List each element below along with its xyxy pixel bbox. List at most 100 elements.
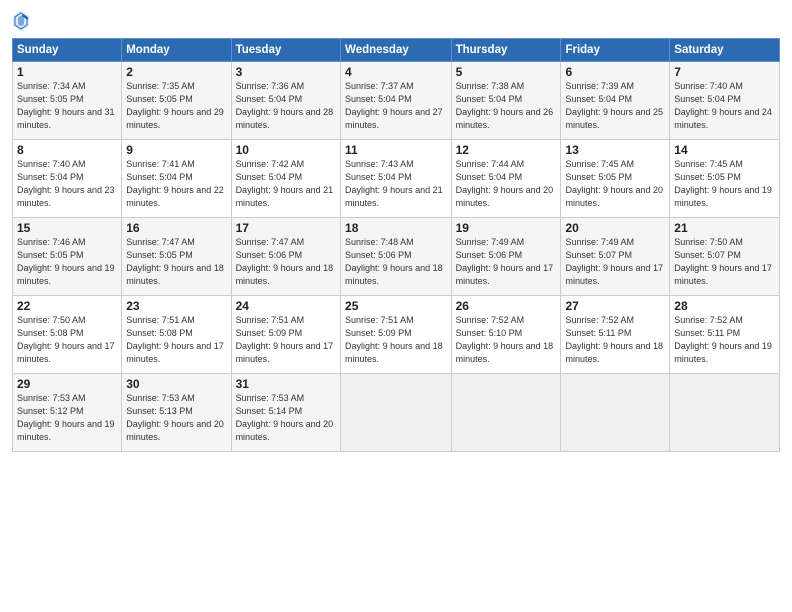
calendar-cell: 12 Sunrise: 7:44 AMSunset: 5:04 PMDayligh… xyxy=(451,140,561,218)
day-info: Sunrise: 7:47 AMSunset: 5:06 PMDaylight:… xyxy=(236,237,334,286)
calendar-cell xyxy=(341,374,452,452)
day-number: 31 xyxy=(236,377,336,391)
calendar-cell: 1 Sunrise: 7:34 AMSunset: 5:05 PMDaylight… xyxy=(13,62,122,140)
day-number: 21 xyxy=(674,221,775,235)
calendar-week-row: 15Sunrise: 7:46 AMSunset: 5:05 PMDayligh… xyxy=(13,218,780,296)
calendar-cell: 2 Sunrise: 7:35 AMSunset: 5:05 PMDaylight… xyxy=(122,62,231,140)
day-number: 1 xyxy=(17,65,117,79)
calendar-body: 1 Sunrise: 7:34 AMSunset: 5:05 PMDaylight… xyxy=(13,62,780,452)
day-number: 13 xyxy=(565,143,665,157)
calendar-cell: 24Sunrise: 7:51 AMSunset: 5:09 PMDayligh… xyxy=(231,296,340,374)
day-info: Sunrise: 7:35 AMSunset: 5:05 PMDaylight:… xyxy=(126,81,224,130)
day-number: 19 xyxy=(456,221,557,235)
calendar-week-row: 22 Sunrise: 7:50 AMSunset: 5:08 PMDayligh… xyxy=(13,296,780,374)
calendar-cell: 22 Sunrise: 7:50 AMSunset: 5:08 PMDayligh… xyxy=(13,296,122,374)
calendar-cell: 4Sunrise: 7:37 AMSunset: 5:04 PMDaylight… xyxy=(341,62,452,140)
calendar-cell: 13 Sunrise: 7:45 AMSunset: 5:05 PMDayligh… xyxy=(561,140,670,218)
day-info: Sunrise: 7:53 AMSunset: 5:14 PMDaylight:… xyxy=(236,393,334,442)
day-info: Sunrise: 7:36 AMSunset: 5:04 PMDaylight:… xyxy=(236,81,334,130)
calendar-week-row: 29 Sunrise: 7:53 AMSunset: 5:12 PMDayligh… xyxy=(13,374,780,452)
calendar-cell: 9 Sunrise: 7:41 AMSunset: 5:04 PMDaylight… xyxy=(122,140,231,218)
calendar-cell: 28 Sunrise: 7:52 AMSunset: 5:11 PMDayligh… xyxy=(670,296,780,374)
day-info: Sunrise: 7:40 AMSunset: 5:04 PMDaylight:… xyxy=(674,81,772,130)
day-info: Sunrise: 7:50 AMSunset: 5:07 PMDaylight:… xyxy=(674,237,772,286)
calendar-cell: 8 Sunrise: 7:40 AMSunset: 5:04 PMDaylight… xyxy=(13,140,122,218)
calendar-cell: 23Sunrise: 7:51 AMSunset: 5:08 PMDayligh… xyxy=(122,296,231,374)
day-number: 3 xyxy=(236,65,336,79)
day-info: Sunrise: 7:48 AMSunset: 5:06 PMDaylight:… xyxy=(345,237,443,286)
day-info: Sunrise: 7:45 AMSunset: 5:05 PMDaylight:… xyxy=(565,159,663,208)
calendar-cell: 7Sunrise: 7:40 AMSunset: 5:04 PMDaylight… xyxy=(670,62,780,140)
day-info: Sunrise: 7:40 AMSunset: 5:04 PMDaylight:… xyxy=(17,159,115,208)
calendar-cell: 15Sunrise: 7:46 AMSunset: 5:05 PMDayligh… xyxy=(13,218,122,296)
day-number: 30 xyxy=(126,377,226,391)
day-header: Thursday xyxy=(451,39,561,62)
day-header: Saturday xyxy=(670,39,780,62)
calendar-cell: 29 Sunrise: 7:53 AMSunset: 5:12 PMDayligh… xyxy=(13,374,122,452)
calendar-cell: 30 Sunrise: 7:53 AMSunset: 5:13 PMDayligh… xyxy=(122,374,231,452)
day-number: 17 xyxy=(236,221,336,235)
day-number: 4 xyxy=(345,65,447,79)
day-number: 2 xyxy=(126,65,226,79)
day-info: Sunrise: 7:39 AMSunset: 5:04 PMDaylight:… xyxy=(565,81,663,130)
calendar-cell: 31 Sunrise: 7:53 AMSunset: 5:14 PMDayligh… xyxy=(231,374,340,452)
day-info: Sunrise: 7:52 AMSunset: 5:10 PMDaylight:… xyxy=(456,315,554,364)
day-number: 27 xyxy=(565,299,665,313)
day-info: Sunrise: 7:51 AMSunset: 5:09 PMDaylight:… xyxy=(345,315,443,364)
day-number: 20 xyxy=(565,221,665,235)
calendar-cell: 3 Sunrise: 7:36 AMSunset: 5:04 PMDaylight… xyxy=(231,62,340,140)
day-info: Sunrise: 7:49 AMSunset: 5:06 PMDaylight:… xyxy=(456,237,554,286)
day-info: Sunrise: 7:44 AMSunset: 5:04 PMDaylight:… xyxy=(456,159,554,208)
day-info: Sunrise: 7:52 AMSunset: 5:11 PMDaylight:… xyxy=(674,315,772,364)
day-header: Tuesday xyxy=(231,39,340,62)
calendar-container: SundayMondayTuesdayWednesdayThursdayFrid… xyxy=(0,0,792,612)
calendar-cell: 19 Sunrise: 7:49 AMSunset: 5:06 PMDayligh… xyxy=(451,218,561,296)
calendar-cell: 10Sunrise: 7:42 AMSunset: 5:04 PMDayligh… xyxy=(231,140,340,218)
day-info: Sunrise: 7:50 AMSunset: 5:08 PMDaylight:… xyxy=(17,315,115,364)
day-info: Sunrise: 7:49 AMSunset: 5:07 PMDaylight:… xyxy=(565,237,663,286)
calendar-cell: 21 Sunrise: 7:50 AMSunset: 5:07 PMDayligh… xyxy=(670,218,780,296)
day-number: 29 xyxy=(17,377,117,391)
logo xyxy=(12,10,34,32)
day-header: Friday xyxy=(561,39,670,62)
day-number: 28 xyxy=(674,299,775,313)
calendar-header-row: SundayMondayTuesdayWednesdayThursdayFrid… xyxy=(13,39,780,62)
calendar-cell: 5 Sunrise: 7:38 AMSunset: 5:04 PMDaylight… xyxy=(451,62,561,140)
day-number: 6 xyxy=(565,65,665,79)
day-info: Sunrise: 7:51 AMSunset: 5:09 PMDaylight:… xyxy=(236,315,334,364)
day-number: 15 xyxy=(17,221,117,235)
day-info: Sunrise: 7:34 AMSunset: 5:05 PMDaylight:… xyxy=(17,81,115,130)
calendar-cell: 26 Sunrise: 7:52 AMSunset: 5:10 PMDayligh… xyxy=(451,296,561,374)
calendar-cell: 17 Sunrise: 7:47 AMSunset: 5:06 PMDayligh… xyxy=(231,218,340,296)
day-number: 8 xyxy=(17,143,117,157)
day-info: Sunrise: 7:51 AMSunset: 5:08 PMDaylight:… xyxy=(126,315,224,364)
day-header: Monday xyxy=(122,39,231,62)
day-number: 11 xyxy=(345,143,447,157)
day-info: Sunrise: 7:53 AMSunset: 5:12 PMDaylight:… xyxy=(17,393,115,442)
calendar-cell xyxy=(670,374,780,452)
calendar-cell xyxy=(561,374,670,452)
calendar-table: SundayMondayTuesdayWednesdayThursdayFrid… xyxy=(12,38,780,452)
day-number: 18 xyxy=(345,221,447,235)
calendar-cell: 18 Sunrise: 7:48 AMSunset: 5:06 PMDayligh… xyxy=(341,218,452,296)
calendar-cell: 16 Sunrise: 7:47 AMSunset: 5:05 PMDayligh… xyxy=(122,218,231,296)
day-number: 5 xyxy=(456,65,557,79)
day-number: 9 xyxy=(126,143,226,157)
day-info: Sunrise: 7:41 AMSunset: 5:04 PMDaylight:… xyxy=(126,159,224,208)
calendar-cell xyxy=(451,374,561,452)
day-info: Sunrise: 7:53 AMSunset: 5:13 PMDaylight:… xyxy=(126,393,224,442)
day-number: 14 xyxy=(674,143,775,157)
calendar-cell: 6 Sunrise: 7:39 AMSunset: 5:04 PMDaylight… xyxy=(561,62,670,140)
day-info: Sunrise: 7:52 AMSunset: 5:11 PMDaylight:… xyxy=(565,315,663,364)
day-info: Sunrise: 7:47 AMSunset: 5:05 PMDaylight:… xyxy=(126,237,224,286)
calendar-cell: 27 Sunrise: 7:52 AMSunset: 5:11 PMDayligh… xyxy=(561,296,670,374)
day-info: Sunrise: 7:38 AMSunset: 5:04 PMDaylight:… xyxy=(456,81,554,130)
day-number: 12 xyxy=(456,143,557,157)
calendar-cell: 25Sunrise: 7:51 AMSunset: 5:09 PMDayligh… xyxy=(341,296,452,374)
day-number: 16 xyxy=(126,221,226,235)
day-number: 26 xyxy=(456,299,557,313)
day-number: 22 xyxy=(17,299,117,313)
day-info: Sunrise: 7:43 AMSunset: 5:04 PMDaylight:… xyxy=(345,159,443,208)
logo-icon xyxy=(12,10,30,32)
header xyxy=(12,10,780,32)
